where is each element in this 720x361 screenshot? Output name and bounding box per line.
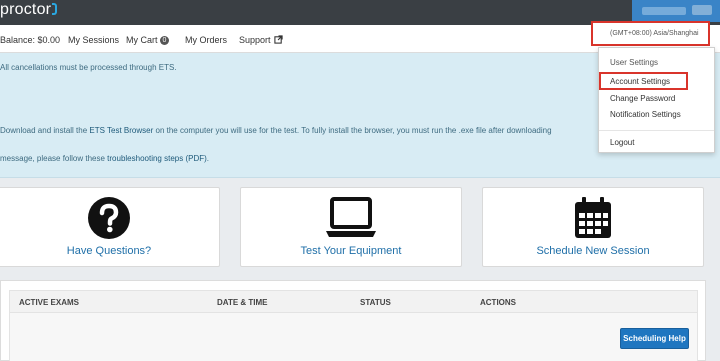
- menu-change-password[interactable]: Change Password: [610, 94, 675, 103]
- dropdown-divider: [599, 130, 714, 131]
- exams-table-header: ACTIVE EXAMS DATE & TIME STATUS ACTIONS: [10, 291, 697, 313]
- question-circle-icon: [0, 196, 219, 240]
- info-troubleshoot-post: .: [206, 154, 210, 163]
- troubleshooting-link[interactable]: troubleshooting steps (PDF): [107, 154, 207, 163]
- col-status: STATUS: [360, 298, 391, 307]
- laptop-icon: [241, 196, 461, 240]
- calendar-icon: [483, 196, 703, 240]
- card-have-questions[interactable]: Have Questions?: [0, 187, 220, 267]
- external-link-icon: [273, 35, 283, 44]
- menu-notification-settings[interactable]: Notification Settings: [610, 110, 681, 119]
- scheduling-help-button[interactable]: Scheduling Help: [620, 328, 689, 349]
- menu-logout[interactable]: Logout: [610, 138, 634, 147]
- user-menu-toggle[interactable]: [632, 0, 720, 22]
- nav-support[interactable]: Support: [239, 35, 283, 45]
- info-cancellation: All cancellations must be processed thro…: [0, 63, 177, 72]
- balance-display: Balance: $0.00: [0, 35, 61, 45]
- logo[interactable]: proctor: [0, 1, 58, 19]
- logo-text: proctor: [0, 1, 52, 18]
- col-active-exams: ACTIVE EXAMS: [19, 298, 80, 307]
- redacted-username: [642, 7, 686, 15]
- nav-support-label: Support: [239, 35, 271, 45]
- card-schedule-session-label: Schedule New Session: [536, 245, 650, 257]
- ets-browser-link[interactable]: ETS Test Browser: [89, 126, 153, 135]
- col-date-time: DATE & TIME: [217, 298, 268, 307]
- info-install: Download and install the ETS Test Browse…: [0, 126, 552, 135]
- info-troubleshoot: message, please follow these troubleshoo…: [0, 154, 209, 163]
- timezone-selector[interactable]: (GMT+08:00) Asia/Shanghai: [591, 21, 710, 46]
- timezone-label: (GMT+08:00) Asia/Shanghai: [610, 30, 699, 37]
- nav-my-cart[interactable]: My Cart 0: [126, 35, 170, 45]
- col-actions: ACTIONS: [480, 298, 516, 307]
- nav-my-cart-label: My Cart: [126, 35, 158, 45]
- user-icon: [692, 5, 712, 15]
- info-install-post: on the computer you will use for the tes…: [153, 126, 552, 135]
- card-schedule-session[interactable]: Schedule New Session: [482, 187, 704, 267]
- info-install-pre: Download and install the: [0, 126, 90, 135]
- card-test-equipment[interactable]: Test Your Equipment: [240, 187, 462, 267]
- exams-panel: ACTIVE EXAMS DATE & TIME STATUS ACTIONS …: [0, 280, 706, 361]
- account-settings-highlight: [599, 72, 688, 90]
- info-troubleshoot-pre: message, please follow these: [0, 154, 108, 163]
- card-test-equipment-label: Test Your Equipment: [300, 245, 402, 257]
- dropdown-header: User Settings: [610, 58, 659, 67]
- cart-count-badge: 0: [159, 36, 170, 45]
- nav-my-orders[interactable]: My Orders: [185, 35, 227, 45]
- card-have-questions-label: Have Questions?: [66, 245, 152, 257]
- user-settings-dropdown: User Settings Account Settings Change Pa…: [598, 47, 715, 153]
- logo-mark-icon: [52, 3, 58, 15]
- exams-table-body: Scheduling Help: [10, 313, 697, 361]
- nav-my-sessions[interactable]: My Sessions: [68, 35, 119, 45]
- exams-table: ACTIVE EXAMS DATE & TIME STATUS ACTIONS …: [9, 290, 698, 361]
